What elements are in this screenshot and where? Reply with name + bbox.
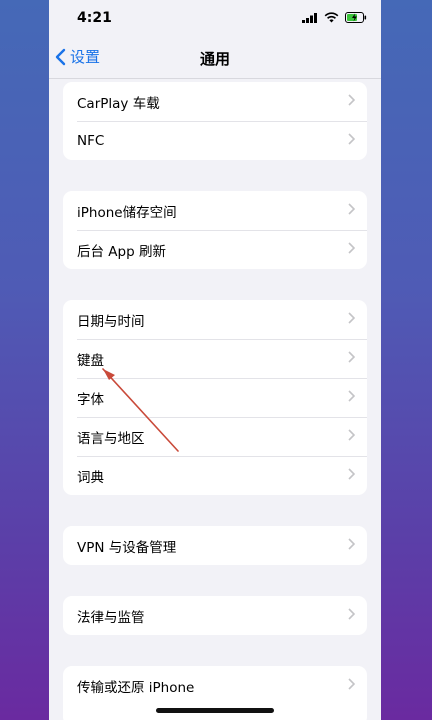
- chevron-right-icon: [348, 608, 355, 620]
- chevron-right-icon: [348, 351, 355, 363]
- chevron-right-icon: [348, 242, 355, 254]
- row-label: 后台 App 刷新: [77, 243, 166, 260]
- status-icons: [302, 12, 367, 23]
- row-label: 法律与监管: [77, 609, 145, 626]
- cellular-signal-icon: [302, 12, 317, 23]
- battery-charging-icon: [345, 12, 367, 23]
- row-nfc[interactable]: NFC: [63, 121, 367, 160]
- row-label: iPhone储存空间: [77, 204, 177, 221]
- chevron-right-icon: [348, 94, 355, 106]
- row-background-app-refresh[interactable]: 后台 App 刷新: [63, 230, 367, 269]
- row-label: 传输或还原 iPhone: [77, 679, 195, 696]
- chevron-right-icon: [348, 538, 355, 550]
- chevron-right-icon: [348, 468, 355, 480]
- settings-group-carplay: CarPlay 车载 NFC: [63, 82, 367, 160]
- chevron-right-icon: [348, 312, 355, 324]
- row-label: 字体: [77, 391, 104, 408]
- settings-group-vpn: VPN 与设备管理: [63, 526, 367, 565]
- chevron-right-icon: [348, 678, 355, 690]
- row-carplay[interactable]: CarPlay 车载: [63, 82, 367, 121]
- row-label: 日期与时间: [77, 313, 145, 330]
- row-label: 词典: [77, 469, 104, 486]
- chevron-right-icon: [348, 203, 355, 215]
- row-dictionary[interactable]: 词典: [63, 456, 367, 495]
- row-keyboard[interactable]: 键盘: [63, 339, 367, 378]
- chevron-right-icon: [348, 390, 355, 402]
- home-indicator[interactable]: [156, 708, 274, 713]
- row-label: CarPlay 车载: [77, 95, 160, 112]
- row-transfer-reset[interactable]: 传输或还原 iPhone: [63, 666, 367, 705]
- row-vpn-device-management[interactable]: VPN 与设备管理: [63, 526, 367, 565]
- row-label: 语言与地区: [77, 430, 145, 447]
- chevron-right-icon: [348, 429, 355, 441]
- status-bar: 4:21: [49, 0, 381, 38]
- row-label: 键盘: [77, 352, 104, 369]
- row-iphone-storage[interactable]: iPhone储存空间: [63, 191, 367, 230]
- row-label: NFC: [77, 132, 105, 149]
- row-date-time[interactable]: 日期与时间: [63, 300, 367, 339]
- row-legal-regulatory[interactable]: 法律与监管: [63, 596, 367, 635]
- chevron-right-icon: [348, 133, 355, 145]
- settings-group-legal: 法律与监管: [63, 596, 367, 635]
- row-fonts[interactable]: 字体: [63, 378, 367, 417]
- wifi-icon: [324, 12, 339, 23]
- row-label: VPN 与设备管理: [77, 539, 177, 556]
- status-time: 4:21: [77, 10, 112, 26]
- row-language-region[interactable]: 语言与地区: [63, 417, 367, 456]
- settings-group-datetime: 日期与时间 键盘 字体 语言与地区 词典: [63, 300, 367, 495]
- page-title: 通用: [199, 50, 230, 68]
- phone-screen: 4:21 设置 通用 CarPlay 车载 NFC iPhone储存空间 后台 …: [49, 0, 381, 720]
- navigation-bar: 设置 通用: [49, 38, 381, 79]
- settings-group-storage: iPhone储存空间 后台 App 刷新: [63, 191, 367, 269]
